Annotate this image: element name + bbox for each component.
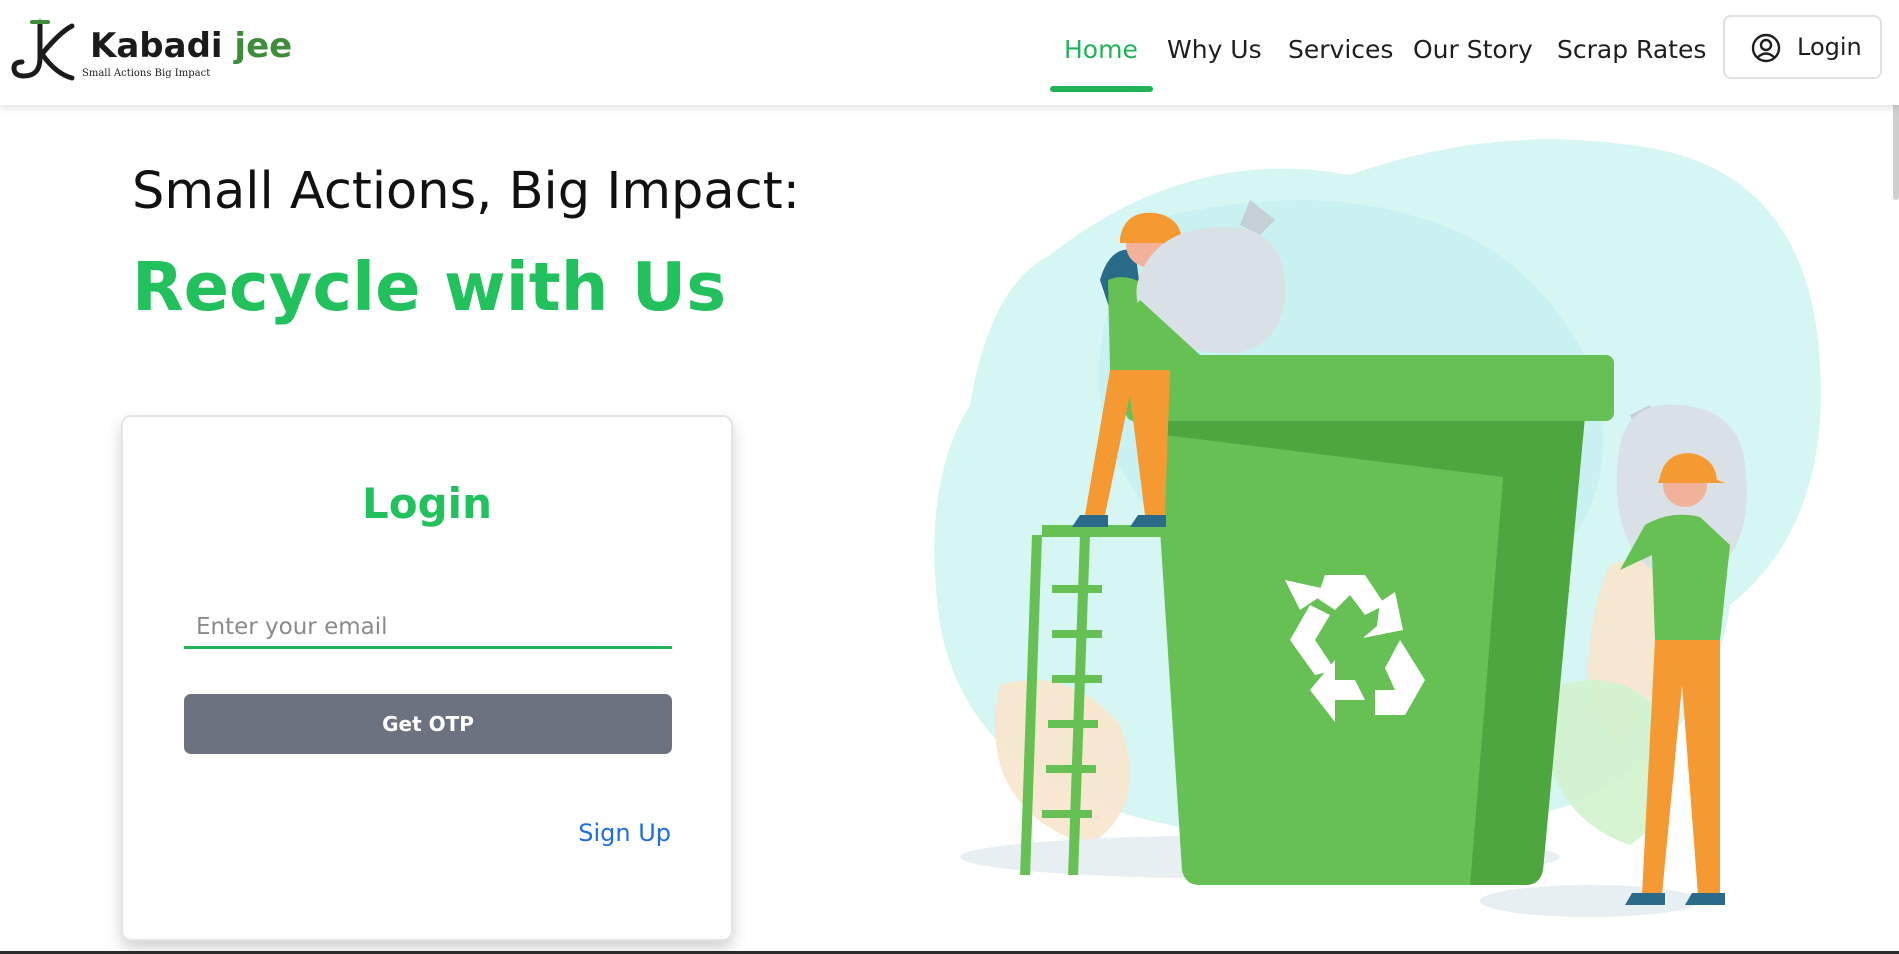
brand-logo[interactable]: Kabadi jee Small Actions Big Impact [10, 18, 293, 84]
nav-services[interactable]: Services [1288, 30, 1393, 70]
page-scrollbar[interactable] [1893, 90, 1899, 200]
logo-mark-icon [11, 19, 75, 81]
nav-scrap-rates[interactable]: Scrap Rates [1557, 30, 1706, 70]
top-navbar: Kabadi jee Small Actions Big Impact Home… [0, 0, 1899, 105]
header-login-label: Login [1797, 33, 1862, 61]
nav-home[interactable]: Home [1064, 30, 1138, 70]
email-input[interactable] [184, 607, 672, 649]
brand-name: Kabadi jee [90, 26, 293, 66]
login-card: Login Get OTP Sign Up [121, 415, 733, 941]
header-login-button[interactable]: Login [1723, 15, 1882, 79]
hero-subheadline: Recycle with Us [132, 248, 727, 326]
user-circle-icon [1751, 33, 1781, 63]
recycling-illustration [934, 139, 1821, 917]
nav-our-story[interactable]: Our Story [1413, 30, 1533, 70]
login-title: Login [362, 479, 492, 528]
nav-why-us[interactable]: Why Us [1167, 30, 1262, 70]
signup-link[interactable]: Sign Up [578, 819, 671, 847]
brand-tagline: Small Actions Big Impact [82, 68, 211, 79]
active-tab-indicator [1050, 86, 1153, 92]
get-otp-button[interactable]: Get OTP [184, 694, 672, 754]
hero-headline: Small Actions, Big Impact: [132, 162, 800, 221]
page: Kabadi jee Small Actions Big Impact Home… [0, 0, 1899, 954]
